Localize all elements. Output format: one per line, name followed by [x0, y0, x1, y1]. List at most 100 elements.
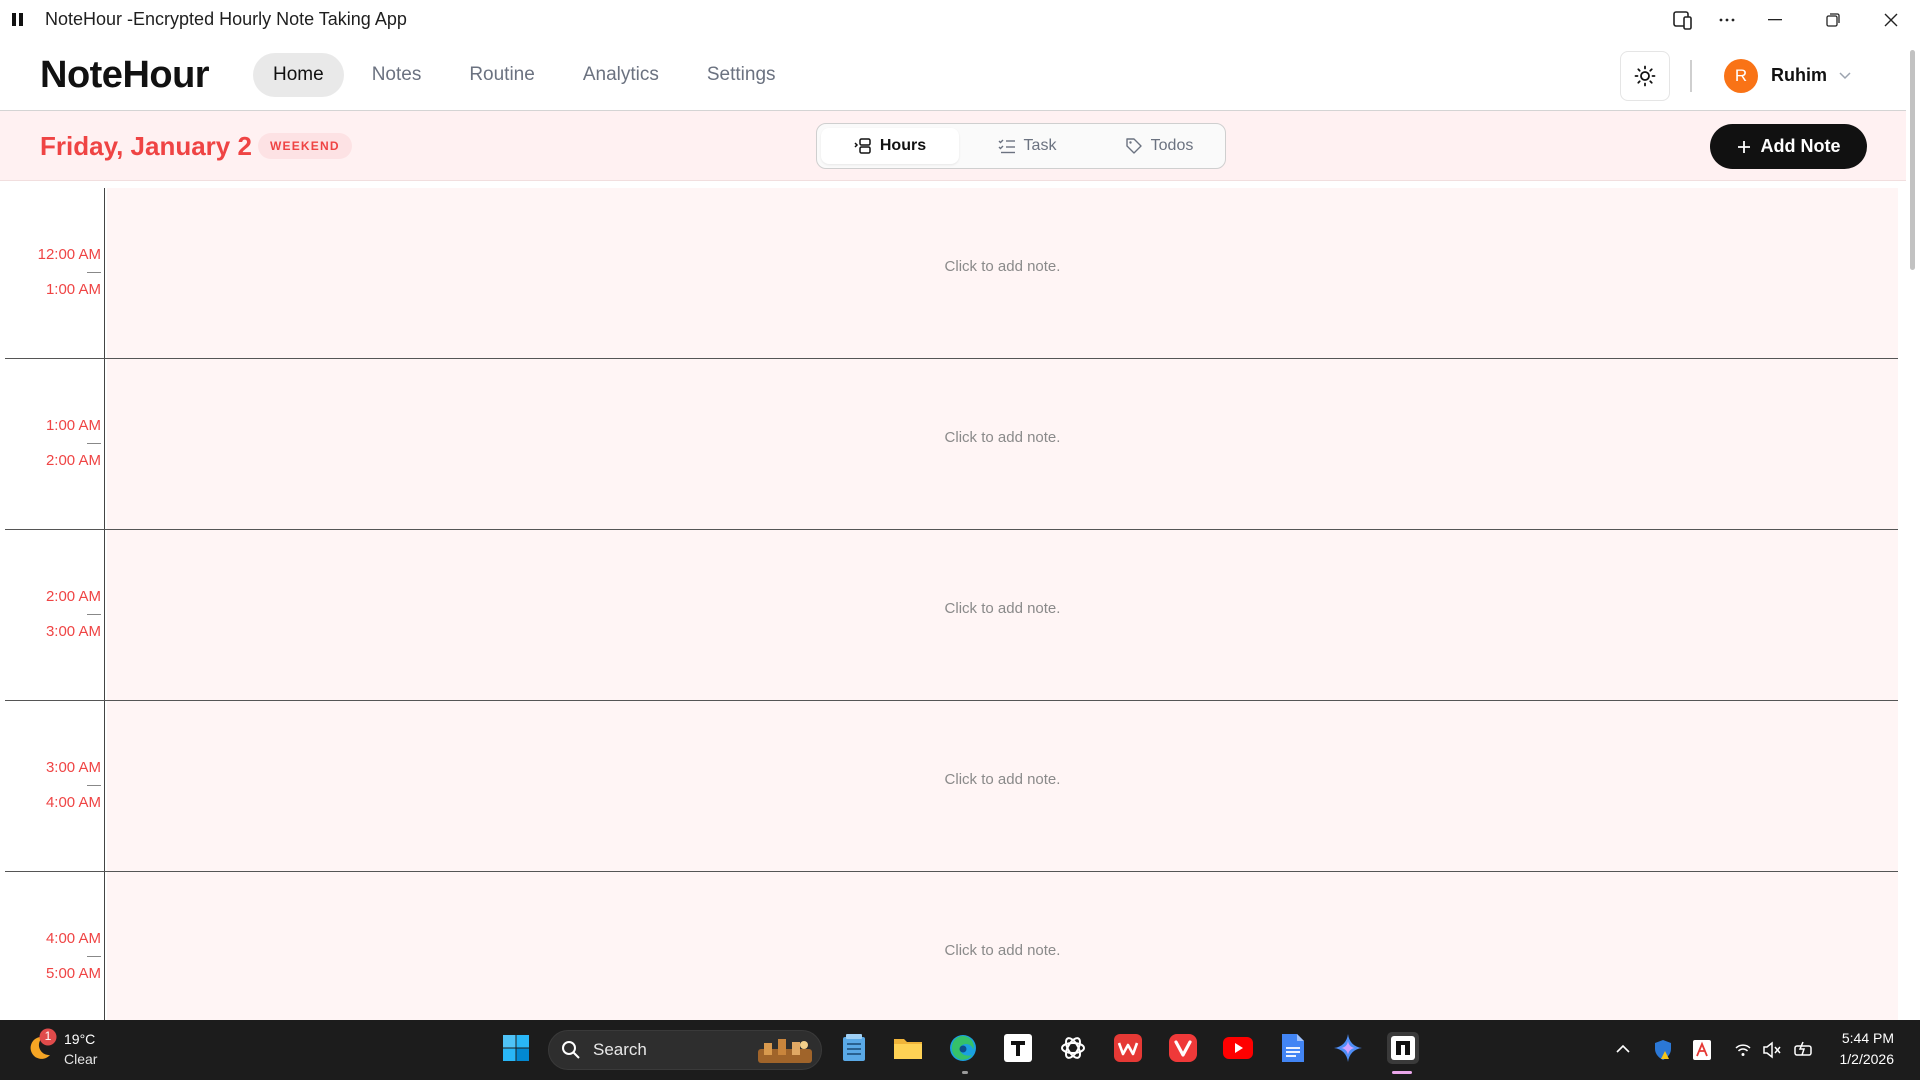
theme-toggle-button[interactable]: [1620, 51, 1670, 101]
time-start: 3:00 AM: [45, 759, 101, 776]
scrollbar[interactable]: [1906, 44, 1920, 1019]
active-app-indicator: [1392, 1071, 1412, 1074]
clock-date[interactable]: 1/2/2026: [1820, 1051, 1895, 1067]
time-range: 4:00 AM 5:00 AM: [5, 872, 105, 1043]
weekend-badge: WEEKEND: [258, 133, 352, 159]
search-highlight-icon: [758, 1039, 812, 1063]
note-placeholder: Click to add note.: [944, 599, 1061, 617]
start-icon[interactable]: [500, 1032, 532, 1064]
note-slot[interactable]: Click to add note.: [107, 530, 1898, 700]
note-slot[interactable]: Click to add note.: [107, 872, 1898, 1043]
add-note-button[interactable]: Add Note: [1710, 124, 1867, 169]
note-slot[interactable]: Click to add note.: [107, 188, 1898, 358]
gemini-icon[interactable]: [1332, 1032, 1364, 1064]
hour-row: 3:00 AM 4:00 AM Click to add note.: [5, 701, 1898, 872]
app-logo[interactable]: NoteHour: [40, 54, 210, 97]
tab-hours[interactable]: Hours: [821, 128, 959, 164]
nav-notes[interactable]: Notes: [352, 53, 442, 97]
notepad-icon[interactable]: [838, 1032, 870, 1064]
tab-hours-label: Hours: [879, 137, 927, 154]
time-range: 2:00 AM 3:00 AM: [5, 530, 105, 700]
note-placeholder: Click to add note.: [944, 428, 1061, 446]
weather-condition[interactable]: Clear: [64, 1051, 97, 1067]
wifi-icon[interactable]: [1734, 1041, 1752, 1059]
battery-charging-icon[interactable]: [1793, 1040, 1815, 1060]
plus-icon: [1737, 140, 1750, 153]
hour-row: 2:00 AM 3:00 AM Click to add note.: [5, 530, 1898, 701]
time-range: 12:00 AM 1:00 AM: [5, 188, 105, 358]
tab-task[interactable]: Task: [963, 128, 1091, 164]
note-slot[interactable]: Click to add note.: [107, 701, 1898, 871]
time-end: 1:00 AM: [45, 281, 101, 298]
note-placeholder: Click to add note.: [944, 257, 1061, 275]
tab-task-label: Task: [1023, 137, 1057, 154]
window-titlebar: NoteHour -Encrypted Hourly Note Taking A…: [0, 0, 1920, 40]
more-options-icon[interactable]: [1704, 0, 1750, 40]
pdf-reader-icon[interactable]: [1692, 1039, 1712, 1061]
time-dash: [87, 272, 101, 273]
clock-time[interactable]: 5:44 PM: [1832, 1030, 1894, 1046]
view-switcher: Hours Task Todos: [816, 123, 1226, 169]
note-placeholder: Click to add note.: [944, 770, 1061, 788]
nav-analytics[interactable]: Analytics: [563, 53, 679, 97]
hour-row: 1:00 AM 2:00 AM Click to add note.: [5, 359, 1898, 530]
add-note-label: Add Note: [1760, 136, 1841, 156]
main-nav: Home Notes Routine Analytics Settings: [253, 53, 804, 97]
time-dash: [87, 443, 101, 444]
nav-settings[interactable]: Settings: [687, 53, 796, 97]
chatgpt-icon[interactable]: [1057, 1032, 1089, 1064]
tag-icon: [1125, 138, 1142, 154]
time-start: 2:00 AM: [45, 588, 101, 605]
nav-home[interactable]: Home: [253, 53, 344, 97]
avatar[interactable]: R: [1724, 59, 1758, 93]
time-dash: [87, 614, 101, 615]
security-shield-icon[interactable]: [1652, 1039, 1674, 1061]
close-button[interactable]: [1868, 0, 1914, 40]
typora-icon[interactable]: [1002, 1032, 1034, 1064]
volume-muted-icon[interactable]: [1762, 1041, 1782, 1059]
time-range: 1:00 AM 2:00 AM: [5, 359, 105, 529]
weather-alert-count: 1: [44, 1029, 52, 1043]
user-name[interactable]: Ruhim: [1771, 65, 1827, 86]
header-divider: [1690, 60, 1692, 92]
time-end: 4:00 AM: [45, 794, 101, 811]
note-slot[interactable]: Click to add note.: [107, 359, 1898, 529]
weather-temp[interactable]: 19°C: [64, 1031, 95, 1047]
restore-button[interactable]: [1810, 0, 1856, 40]
chevron-down-icon[interactable]: [1838, 68, 1852, 82]
time-end: 2:00 AM: [45, 452, 101, 469]
youtube-icon[interactable]: [1222, 1032, 1254, 1064]
scroll-thumb[interactable]: [1910, 50, 1915, 270]
minimize-button[interactable]: [1752, 0, 1798, 40]
tab-todos[interactable]: Todos: [1095, 128, 1223, 164]
time-end: 3:00 AM: [45, 623, 101, 640]
sun-icon: [1634, 65, 1656, 87]
cast-icon[interactable]: [1660, 0, 1706, 40]
time-end: 5:00 AM: [45, 965, 101, 982]
chevron-up-icon[interactable]: [1615, 1042, 1631, 1056]
tab-todos-label: Todos: [1150, 137, 1194, 154]
window-title: NoteHour -Encrypted Hourly Note Taking A…: [45, 9, 407, 29]
wps-office-icon[interactable]: [1112, 1032, 1144, 1064]
checklist-icon: [998, 139, 1015, 154]
file-explorer-icon[interactable]: [892, 1032, 924, 1064]
search-label: Search: [593, 1040, 647, 1059]
time-start: 1:00 AM: [45, 417, 101, 434]
notehour-taskbar-icon[interactable]: [1387, 1032, 1419, 1064]
app-header: NoteHour Home Notes Routine Analytics Se…: [0, 40, 1906, 111]
edge-icon[interactable]: [947, 1032, 979, 1064]
hour-row: 4:00 AM 5:00 AM Click to add note.: [5, 872, 1898, 1043]
edge-running-indicator: [962, 1071, 968, 1074]
hour-row: 12:00 AM 1:00 AM Click to add note.: [5, 188, 1898, 359]
google-docs-icon[interactable]: [1277, 1032, 1309, 1064]
time-dash: [87, 956, 101, 957]
page-title: Friday, January 2: [40, 131, 252, 161]
time-dash: [87, 785, 101, 786]
time-range: 3:00 AM 4:00 AM: [5, 701, 105, 871]
vivaldi-icon[interactable]: [1167, 1032, 1199, 1064]
date-bar: Friday, January 2 WEEKEND Hours Task Tod…: [0, 111, 1906, 181]
search-icon: [562, 1041, 580, 1059]
hour-list: 12:00 AM 1:00 AM Click to add note. 1:00…: [5, 188, 1898, 1043]
nav-routine[interactable]: Routine: [449, 53, 555, 97]
note-placeholder: Click to add note.: [944, 942, 1061, 959]
